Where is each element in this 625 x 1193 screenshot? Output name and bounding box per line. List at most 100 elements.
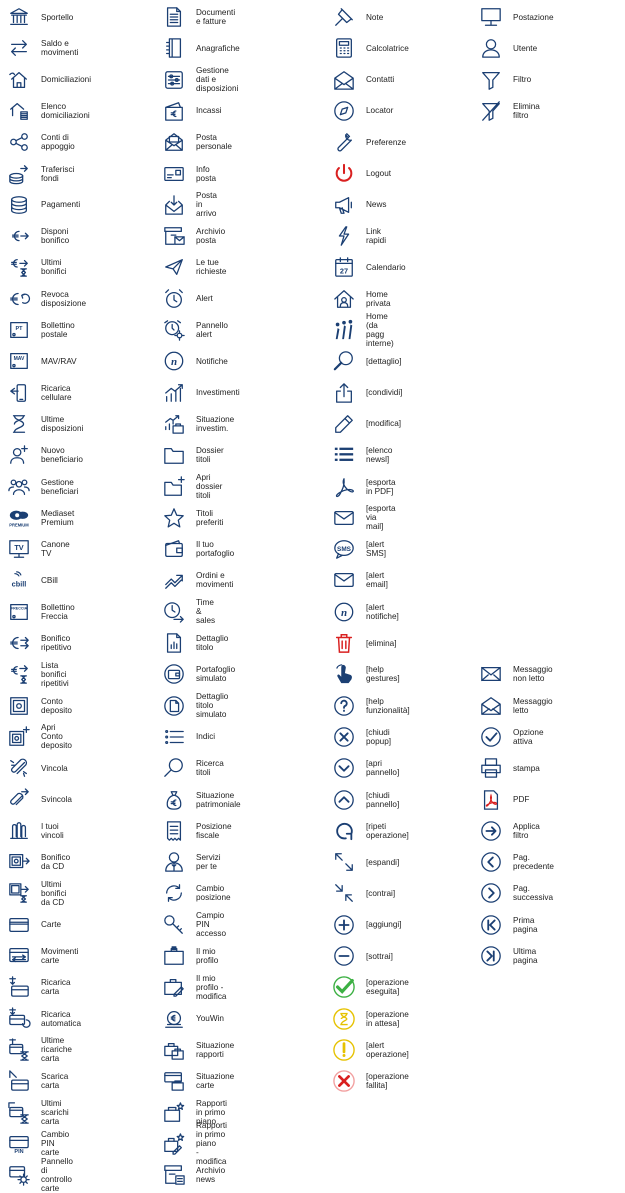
legend-label: Archivio posta xyxy=(196,227,226,246)
legend-item: Archivio news xyxy=(160,1163,225,1187)
legend-label: Gestione dati e disposizioni xyxy=(196,66,239,94)
legend-item: Elenco domiciliazioni xyxy=(5,99,90,123)
legend-item: [esporta in PDF] xyxy=(330,475,396,499)
calendar-icon: 27 xyxy=(330,255,358,279)
paperclips-icon xyxy=(5,819,33,843)
legend-label: Ultime disposizioni xyxy=(41,414,84,433)
legend-item: Applica filtro xyxy=(477,819,540,843)
legend-item: [operazione fallita] xyxy=(330,1069,409,1093)
coins-transfer-icon xyxy=(5,162,33,186)
legend-label: [ripeti operazione] xyxy=(366,821,409,840)
legend-label: Revoca disposizione xyxy=(41,289,87,308)
refresh-icon xyxy=(160,881,188,905)
legend-label: Applica filtro xyxy=(513,821,540,840)
list-icon xyxy=(160,725,188,749)
legend-label: Domiciliazioni xyxy=(41,75,92,85)
legend-item: Situazione patrimoniale xyxy=(160,788,241,812)
legend-item: Nuovo beneficiario xyxy=(5,443,83,467)
legend-item: SMS [alert SMS] xyxy=(330,537,386,561)
legend-label: [operazione fallita] xyxy=(366,1072,409,1091)
envelope-open-icon xyxy=(330,68,358,92)
legend-label: Ultima pagina xyxy=(513,947,538,965)
legend-label: Il tuo portafoglio xyxy=(196,540,235,559)
legend-item: Time & sales xyxy=(160,598,215,625)
chevron-up-circle-icon xyxy=(330,788,358,812)
legend-item: 27 Calendario xyxy=(330,255,406,279)
legend-label: Vincola xyxy=(41,763,68,773)
document-circle-icon xyxy=(160,694,188,718)
legend-item: Filtro xyxy=(477,68,531,92)
legend-item: Gestione beneficiari xyxy=(5,475,78,499)
legend-item: Saldo e movimenti xyxy=(5,36,78,60)
legend-label: Investimenti xyxy=(196,388,240,398)
legend-label: Bonifico da CD xyxy=(41,853,71,872)
legend-label: Cambio PIN carte xyxy=(41,1130,70,1158)
share-icon xyxy=(330,381,358,405)
legend-label: Filtro xyxy=(513,75,532,85)
filter-icon xyxy=(477,68,505,92)
legend-label: [operazione eseguita] xyxy=(366,978,409,997)
legend-item: Indici xyxy=(160,725,215,749)
legend-label: Archivio news xyxy=(196,1166,226,1185)
card-unload-history-icon xyxy=(5,1101,33,1125)
legend-label: Ricarica cellulare xyxy=(41,383,72,402)
legend-label: [alert SMS] xyxy=(366,540,387,559)
legend-item: Titoli preferiti xyxy=(160,506,223,530)
legend-item: Anagrafiche xyxy=(160,36,240,60)
legend-label: Titoli preferiti xyxy=(196,508,224,527)
legend-item: Gestione dati e disposizioni xyxy=(160,66,239,94)
legend-item: Cambio posizione xyxy=(160,881,231,905)
legend-label: [elenco newsl] xyxy=(366,446,393,465)
legend-item: Il mio profilo xyxy=(160,944,218,968)
share-nodes-icon xyxy=(5,130,33,154)
profile-edit-icon xyxy=(160,975,188,999)
legend-label: Dettaglio titolo simulato xyxy=(196,692,229,720)
legend-label: Preferenze xyxy=(366,137,407,147)
legend-label: Situazione investim. xyxy=(196,414,235,433)
legend-label: Nuovo beneficiario xyxy=(41,446,83,465)
legend-item: Calcolatrice xyxy=(330,36,409,60)
legend-label: Locator xyxy=(366,106,394,116)
legend-item: Home privata xyxy=(330,287,391,311)
legend-label: YouWin xyxy=(196,1014,224,1024)
legend-item: Le tue richieste xyxy=(160,255,227,279)
legend-label: stampa xyxy=(513,763,540,773)
legend-label: Ultime ricariche carta xyxy=(41,1036,72,1064)
legend-item: Situazione investim. xyxy=(160,412,234,436)
legend-label: [chiudi popup] xyxy=(366,727,392,746)
legend-item: Movimenti carte xyxy=(5,944,78,968)
legend-label: Indici xyxy=(196,732,216,742)
paper-plane-icon xyxy=(160,255,188,279)
legend-item: Ricarica automatica xyxy=(5,1006,82,1031)
legend-label: [apri pannello] xyxy=(366,759,400,778)
chart-growth-icon xyxy=(160,381,188,405)
printer-icon xyxy=(477,756,505,780)
legend-label: Il mio profilo xyxy=(196,947,219,965)
legend-item: [espandi] xyxy=(330,850,399,874)
tv-icon: TV xyxy=(5,537,33,561)
svg-text:n: n xyxy=(341,607,347,619)
legend-label: Ultimi bonifici xyxy=(41,258,67,277)
briefcase-star-icon xyxy=(160,1101,188,1125)
legend-item: [dettaglio] xyxy=(330,349,402,373)
mail-alert-icon xyxy=(330,568,358,592)
legend-item: Postazione xyxy=(477,5,554,29)
plus-circle-icon xyxy=(330,913,358,937)
legend-item: Investimenti xyxy=(160,381,240,405)
legend-item: Ricarica carta xyxy=(5,975,71,999)
legend-item: Posizione fiscale xyxy=(160,819,232,843)
legend-item: Home (da pagg interne) xyxy=(330,312,394,348)
legend-item: Ricerca titoli xyxy=(160,756,224,780)
legend-label: I tuoi vincoli xyxy=(41,821,64,840)
legend-label: Saldo e movimenti xyxy=(41,39,79,58)
legend-item: Conti di appoggio xyxy=(5,130,75,154)
legend-label: [sottrai] xyxy=(366,951,393,961)
legend-label: Situazione carte xyxy=(196,1072,235,1091)
legend-label: Link rapidi xyxy=(366,227,387,246)
card-topup-history-icon xyxy=(5,1038,33,1062)
legend-label: Ricarica automatica xyxy=(41,1009,82,1028)
svg-text:27: 27 xyxy=(340,267,348,276)
envelope-read-icon xyxy=(477,694,505,718)
collapse-icon xyxy=(330,881,358,905)
legend-item: Elimina filtro xyxy=(477,99,540,123)
